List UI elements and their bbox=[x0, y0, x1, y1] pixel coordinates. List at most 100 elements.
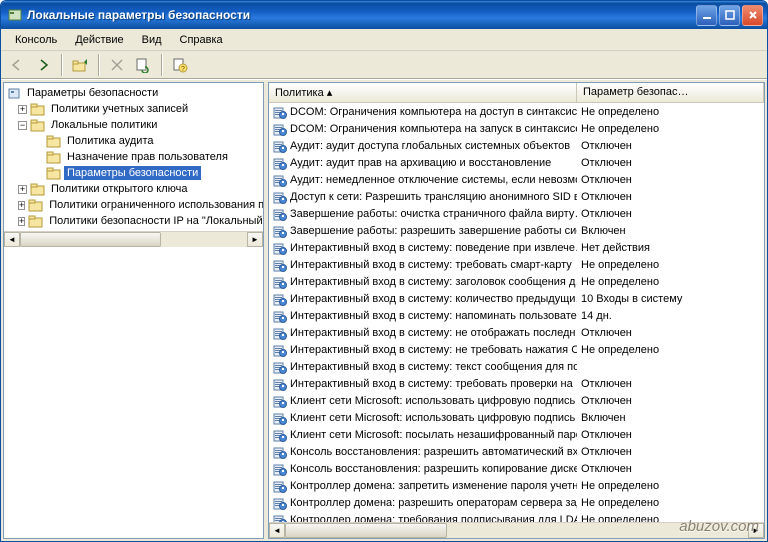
list-row[interactable]: Интерактивный вход в систему: требовать … bbox=[269, 256, 764, 273]
list-row[interactable]: Аудит: немедленное отключение системы, е… bbox=[269, 171, 764, 188]
tree-node[interactable]: Политика аудита bbox=[4, 133, 263, 149]
tree-root-label: Параметры безопасности bbox=[24, 86, 161, 100]
policy-setting: Отключен bbox=[577, 395, 764, 407]
policy-setting: Не определено bbox=[577, 276, 764, 288]
titlebar[interactable]: Локальные параметры безопасности bbox=[1, 1, 767, 29]
policy-name: Интерактивный вход в систему: требовать … bbox=[290, 378, 577, 390]
policy-icon bbox=[273, 394, 287, 408]
close-button[interactable] bbox=[742, 5, 763, 26]
list-row[interactable]: Доступ к сети: Разрешить трансляцию анон… bbox=[269, 188, 764, 205]
policy-setting: Нет действия bbox=[577, 242, 764, 254]
policy-setting: Отключен bbox=[577, 378, 764, 390]
tree-node-label: Назначение прав пользователя bbox=[64, 150, 231, 164]
policy-icon bbox=[273, 377, 287, 391]
policy-icon bbox=[273, 445, 287, 459]
tree-node[interactable]: Назначение прав пользователя bbox=[4, 149, 263, 165]
menu-view[interactable]: Вид bbox=[134, 32, 170, 48]
expander-placeholder bbox=[34, 153, 43, 162]
expand-icon[interactable]: + bbox=[18, 185, 27, 194]
tree-node[interactable]: +Политики безопасности IP на "Локальный … bbox=[4, 213, 263, 229]
policy-name: Консоль восстановления: разрешить копиро… bbox=[290, 463, 577, 475]
policy-setting: Отключен bbox=[577, 191, 764, 203]
policy-name: Доступ к сети: Разрешить трансляцию анон… bbox=[290, 191, 577, 203]
forward-button[interactable] bbox=[31, 53, 55, 77]
tree: Параметры безопасности +Политики учетных… bbox=[4, 83, 263, 231]
scroll-left-icon[interactable]: ◄ bbox=[4, 232, 20, 247]
tree-root[interactable]: Параметры безопасности bbox=[4, 85, 263, 101]
tree-node[interactable]: +Политики ограниченного использования пр… bbox=[4, 197, 263, 213]
tree-node-label: Политики открытого ключа bbox=[48, 182, 190, 196]
list-row[interactable]: Интерактивный вход в систему: текст сооб… bbox=[269, 358, 764, 375]
refresh-button[interactable] bbox=[131, 53, 155, 77]
list-row[interactable]: Завершение работы: разрешить завершение … bbox=[269, 222, 764, 239]
list-row[interactable]: Консоль восстановления: разрешить копиро… bbox=[269, 460, 764, 477]
tree-pane[interactable]: Параметры безопасности +Политики учетных… bbox=[3, 82, 264, 539]
list-row[interactable]: Интерактивный вход в систему: количество… bbox=[269, 290, 764, 307]
list-row[interactable]: Контроллер домена: требования подписыван… bbox=[269, 511, 764, 522]
list-row[interactable]: Интерактивный вход в систему: заголовок … bbox=[269, 273, 764, 290]
expand-icon[interactable]: + bbox=[18, 105, 27, 114]
tree-node-label: Локальные политики bbox=[48, 118, 160, 132]
tree-node[interactable]: +Политики учетных записей bbox=[4, 101, 263, 117]
menu-help[interactable]: Справка bbox=[172, 32, 231, 48]
policy-icon bbox=[273, 411, 287, 425]
policy-icon bbox=[273, 479, 287, 493]
minimize-button[interactable] bbox=[696, 5, 717, 26]
tree-node[interactable]: + Политики открытого ключа bbox=[4, 181, 263, 197]
list-row[interactable]: Интерактивный вход в систему: не требова… bbox=[269, 341, 764, 358]
policy-icon bbox=[273, 241, 287, 255]
maximize-button[interactable] bbox=[719, 5, 740, 26]
window-controls bbox=[696, 5, 763, 26]
policy-icon bbox=[273, 275, 287, 289]
list-row[interactable]: Интерактивный вход в систему: поведение … bbox=[269, 239, 764, 256]
expand-icon[interactable]: + bbox=[18, 217, 25, 226]
list-row[interactable]: Консоль восстановления: разрешить автома… bbox=[269, 443, 764, 460]
app-window: Локальные параметры безопасности Консоль… bbox=[0, 0, 768, 542]
policy-name: Консоль восстановления: разрешить автома… bbox=[290, 446, 577, 458]
list-hscrollbar[interactable]: ◄ ► bbox=[269, 522, 764, 538]
column-header-setting[interactable]: Параметр безопас… bbox=[577, 83, 764, 102]
policy-name: Аудит: аудит прав на архивацию и восстан… bbox=[290, 157, 551, 169]
policy-icon bbox=[273, 496, 287, 510]
list-row[interactable]: Клиент сети Microsoft: посылать незашифр… bbox=[269, 426, 764, 443]
scroll-right-icon[interactable]: ► bbox=[748, 523, 764, 538]
policy-name: Интерактивный вход в систему: не отображ… bbox=[290, 327, 577, 339]
toolbar-divider bbox=[161, 54, 162, 76]
svg-text:?: ? bbox=[181, 66, 185, 73]
policy-icon bbox=[273, 139, 287, 153]
list-row[interactable]: Завершение работы: очистка страничного ф… bbox=[269, 205, 764, 222]
list-row[interactable]: Аудит: аудит доступа глобальных системны… bbox=[269, 137, 764, 154]
list-row[interactable]: Клиент сети Microsoft: использовать цифр… bbox=[269, 392, 764, 409]
list-row[interactable]: Контроллер домена: разрешить операторам … bbox=[269, 494, 764, 511]
tree-node[interactable]: Параметры безопасности bbox=[4, 165, 263, 181]
list-pane[interactable]: Политика ▴ Параметр безопас… DCOM: Огран… bbox=[268, 82, 765, 539]
list-row[interactable]: Интерактивный вход в систему: не отображ… bbox=[269, 324, 764, 341]
list-row[interactable]: DCOM: Ограничения компьютера на запуск в… bbox=[269, 120, 764, 137]
policy-icon bbox=[273, 428, 287, 442]
list-body[interactable]: DCOM: Ограничения компьютера на доступ в… bbox=[269, 103, 764, 522]
list-row[interactable]: Контроллер домена: запретить изменение п… bbox=[269, 477, 764, 494]
policy-setting: Отключен bbox=[577, 463, 764, 475]
list-row[interactable]: Интерактивный вход в систему: требовать … bbox=[269, 375, 764, 392]
policy-icon bbox=[273, 224, 287, 238]
list-row[interactable]: DCOM: Ограничения компьютера на доступ в… bbox=[269, 103, 764, 120]
help-button[interactable]: ? bbox=[168, 53, 192, 77]
tree-node[interactable]: − Локальные политики bbox=[4, 117, 263, 133]
up-button[interactable] bbox=[68, 53, 92, 77]
policy-setting: Не определено bbox=[577, 497, 764, 509]
tree-hscrollbar[interactable]: ◄ ► bbox=[4, 231, 263, 247]
expand-icon[interactable]: + bbox=[18, 201, 25, 210]
delete-button bbox=[105, 53, 129, 77]
policy-name: Завершение работы: разрешить завершение … bbox=[290, 225, 577, 237]
menu-action[interactable]: Действие bbox=[67, 32, 131, 48]
scroll-right-icon[interactable]: ► bbox=[247, 232, 263, 247]
policy-setting: Не определено bbox=[577, 514, 764, 523]
collapse-icon[interactable]: − bbox=[18, 121, 27, 130]
column-header-policy[interactable]: Политика ▴ bbox=[269, 83, 577, 102]
list-row[interactable]: Клиент сети Microsoft: использовать цифр… bbox=[269, 409, 764, 426]
list-row[interactable]: Интерактивный вход в систему: напоминать… bbox=[269, 307, 764, 324]
menu-console[interactable]: Консоль bbox=[7, 32, 65, 48]
scroll-left-icon[interactable]: ◄ bbox=[269, 523, 285, 538]
policy-setting: Отключен bbox=[577, 327, 764, 339]
list-row[interactable]: Аудит: аудит прав на архивацию и восстан… bbox=[269, 154, 764, 171]
